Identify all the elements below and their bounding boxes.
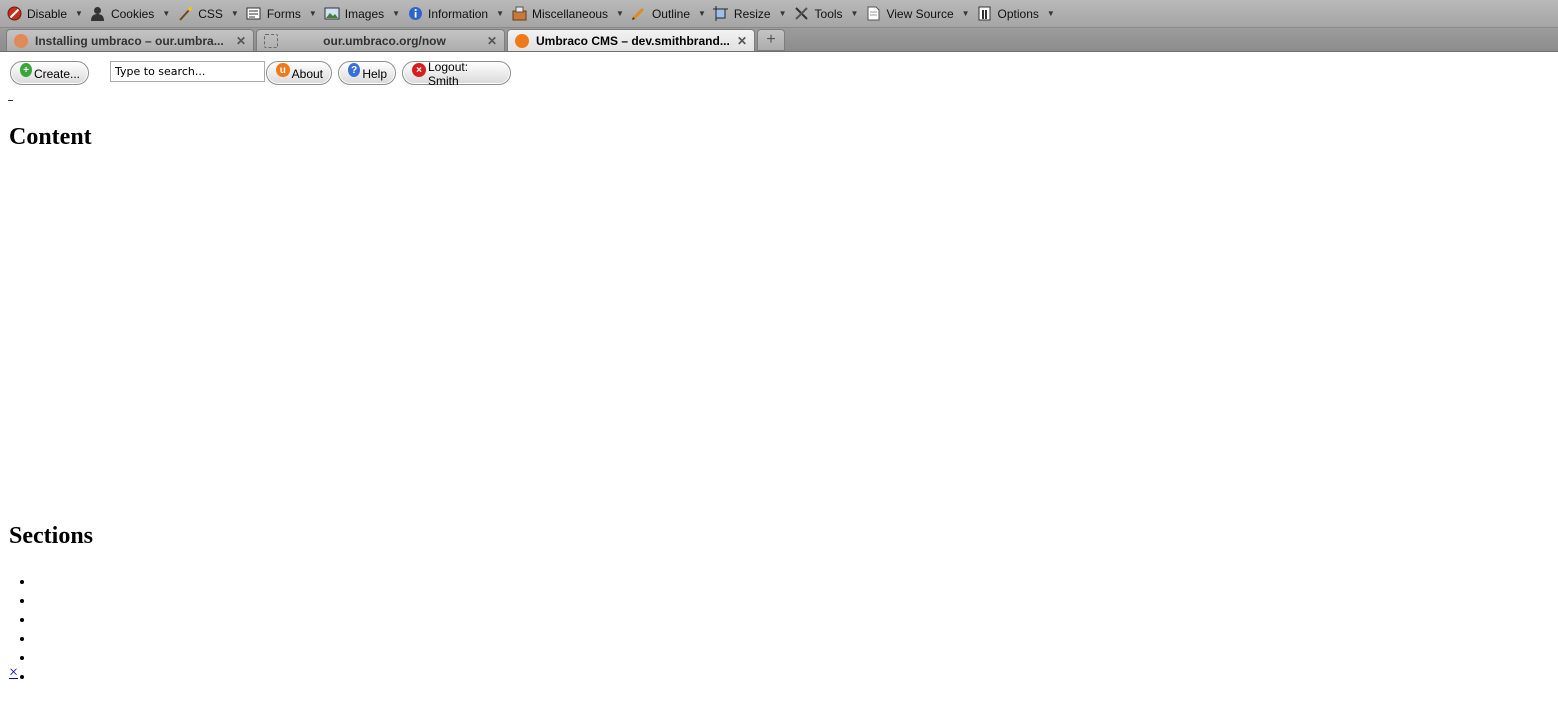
chevron-down-icon: ▼	[850, 9, 859, 18]
toolbar-resize[interactable]: Resize ▼	[713, 6, 787, 22]
chevron-down-icon: ▼	[961, 9, 970, 18]
logout-icon: ×	[412, 63, 426, 77]
create-button[interactable]: + Create...	[10, 61, 89, 85]
about-button[interactable]: u About	[266, 61, 332, 85]
view-source-icon	[865, 6, 881, 22]
information-icon	[407, 6, 423, 22]
toolbar-view-source[interactable]: View Source ▼	[865, 6, 970, 22]
toolbar-label: Resize	[733, 6, 771, 21]
tools-icon	[794, 6, 810, 22]
chevron-down-icon: ▼	[162, 9, 171, 18]
tab-title: Installing umbraco – our.umbra...	[35, 33, 224, 48]
chevron-down-icon: ▼	[778, 9, 787, 18]
chevron-down-icon: ▼	[698, 9, 706, 18]
toolbar-information[interactable]: Information ▼	[407, 6, 504, 22]
disable-icon	[6, 6, 22, 22]
toolbar-css[interactable]: CSS ▼	[177, 6, 239, 22]
chevron-down-icon: ▼	[75, 9, 83, 18]
cookies-icon	[90, 6, 106, 22]
tab-bar: Installing umbraco – our.umbra... ✕ our.…	[0, 28, 1558, 52]
toolbar-label: View Source	[886, 6, 954, 21]
toolbar-miscellaneous[interactable]: Miscellaneous ▼	[511, 6, 624, 22]
images-icon	[324, 6, 340, 22]
blank-page-icon	[264, 33, 278, 48]
umbraco-logo-icon: u	[276, 63, 290, 77]
chevron-down-icon: ▼	[308, 9, 317, 18]
toolbar-outline[interactable]: Outline ▼	[631, 6, 706, 22]
tab-title: Umbraco CMS – dev.smithbrand...	[536, 33, 730, 48]
forms-icon	[246, 6, 262, 22]
chevron-down-icon: ▼	[392, 9, 401, 18]
toolbar-label: CSS	[198, 6, 223, 21]
toolbar-cookies[interactable]: Cookies ▼	[90, 6, 170, 22]
chevron-down-icon: ▼	[1046, 9, 1055, 18]
outline-icon	[631, 6, 647, 22]
tab-installing-umbraco[interactable]: Installing umbraco – our.umbra... ✕	[6, 29, 254, 51]
empty-link[interactable]	[8, 86, 13, 101]
toolbar-label: Disable	[27, 6, 68, 21]
close-icon[interactable]: ✕	[484, 34, 500, 48]
umbraco-favicon-icon	[515, 33, 529, 48]
new-tab-button[interactable]: +	[757, 29, 785, 51]
toolbar-tools[interactable]: Tools ▼	[794, 6, 859, 22]
help-button[interactable]: ? Help	[338, 61, 396, 85]
close-link[interactable]: ×	[9, 664, 18, 682]
toolbar-disable[interactable]: Disable ▼	[6, 6, 83, 22]
logout-label: Logout: Smith	[428, 60, 469, 88]
toolbar-label: Outline	[651, 6, 690, 21]
chevron-down-icon: ▼	[230, 9, 239, 18]
chevron-down-icon: ▼	[496, 9, 504, 18]
content-heading: Content	[9, 124, 92, 150]
close-icon[interactable]: ✕	[233, 34, 249, 48]
plus-icon: +	[766, 31, 776, 48]
tab-our-umbraco-now[interactable]: our.umbraco.org/now ✕	[256, 29, 505, 51]
umbraco-favicon-icon	[14, 33, 28, 48]
toolbar-options[interactable]: Options ▼	[977, 6, 1055, 22]
sections-heading: Sections	[9, 523, 93, 549]
create-label: Create...	[33, 67, 80, 81]
web-developer-toolbar: Disable ▼ Cookies ▼ CSS ▼ Forms ▼ Images…	[0, 0, 1558, 28]
toolbar-label: Forms	[266, 6, 301, 21]
miscellaneous-icon	[511, 6, 527, 22]
about-label: About	[291, 67, 323, 81]
add-icon: +	[20, 63, 32, 77]
toolbar-label: Miscellaneous	[532, 6, 609, 21]
toolbar-label: Cookies	[110, 6, 155, 21]
toolbar-label: Tools	[814, 6, 843, 21]
help-label: Help	[362, 67, 387, 81]
tab-title: our.umbraco.org/now	[323, 33, 446, 48]
options-icon	[977, 6, 993, 22]
toolbar-forms[interactable]: Forms ▼	[246, 6, 317, 22]
toolbar-label: Images	[344, 6, 385, 21]
resize-icon	[713, 6, 729, 22]
search-input[interactable]	[110, 61, 265, 82]
logout-button[interactable]: × Logout: Smith	[402, 60, 511, 88]
chevron-down-icon: ▼	[616, 9, 624, 18]
css-icon	[177, 6, 193, 22]
help-icon: ?	[348, 63, 361, 77]
toolbar-images[interactable]: Images ▼	[324, 6, 400, 22]
tab-umbraco-cms[interactable]: Umbraco CMS – dev.smithbrand... ✕	[507, 29, 755, 51]
close-icon[interactable]: ✕	[734, 34, 750, 48]
toolbar-label: Information	[428, 6, 489, 21]
toolbar-label: Options	[997, 6, 1039, 21]
